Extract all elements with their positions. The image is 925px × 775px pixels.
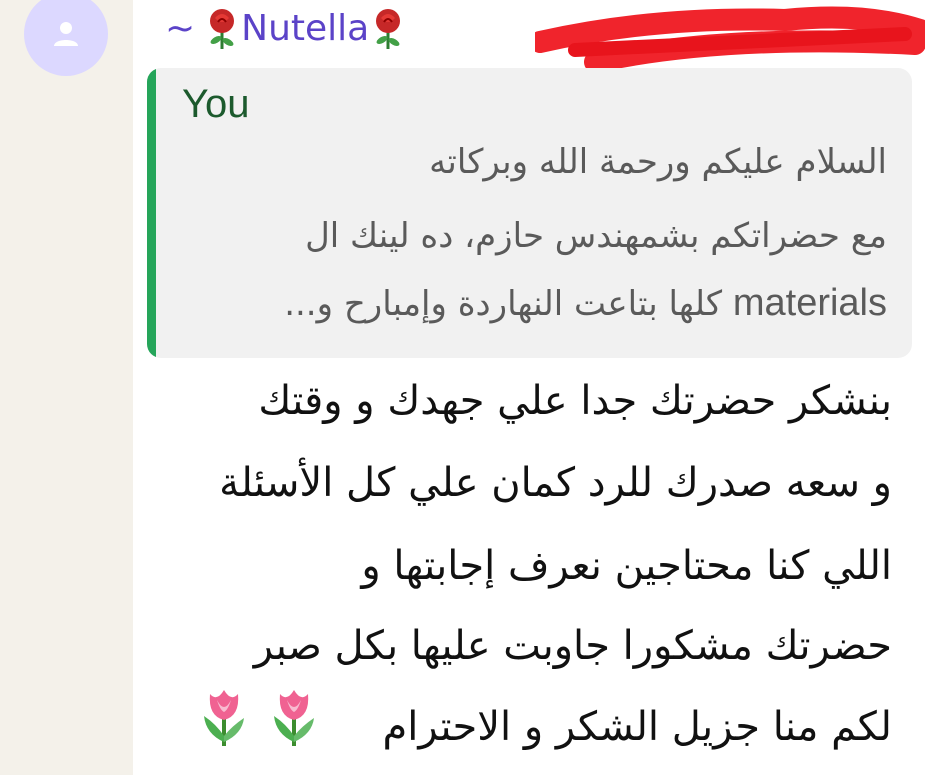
quote-line: السلام عليكم ورحمة الله وبركاته (429, 142, 887, 182)
rose-icon (210, 9, 235, 49)
sender-name[interactable]: ~ Nutella (165, 4, 405, 52)
chat-screen: ~ Nutella You السلام عليكم ورحمة الله وب… (0, 0, 925, 775)
quote-latin-word: materials (732, 282, 887, 324)
emoji-row (198, 686, 320, 748)
message-line: اللي كنا محتاجين نعرف إجابتها و (361, 543, 892, 589)
message-line: لكم منا جزيل الشكر و الاحترام (382, 704, 892, 750)
tulip-icon (204, 690, 244, 746)
message-line: حضرتك مشكورا جاوبت عليها بكل صبر (253, 623, 892, 669)
tulip-icon (274, 690, 314, 746)
sender-name-text: Nutella (241, 7, 370, 49)
quote-author: You (182, 82, 250, 126)
sender-prefix: ~ (165, 7, 196, 49)
quoted-message[interactable]: You السلام عليكم ورحمة الله وبركاته مع ح… (147, 68, 912, 358)
avatar[interactable] (24, 0, 108, 76)
message-line: و سعه صدرك للرد كمان علي كل الأسئلة (219, 460, 892, 506)
quote-accent-bar (147, 68, 156, 358)
rose-icon (376, 9, 401, 49)
quote-line: مع حضراتكم بشمهندس حازم، ده لينك ال (305, 216, 887, 256)
quote-line-text: كلها بتاعت النهاردة وإمبارح و... (284, 284, 723, 324)
quote-line: materials كلها بتاعت النهاردة وإمبارح و.… (284, 282, 887, 325)
message-line: بنشكر حضرتك جدا علي جهدك و وقتك (258, 378, 892, 424)
person-icon (54, 22, 78, 46)
